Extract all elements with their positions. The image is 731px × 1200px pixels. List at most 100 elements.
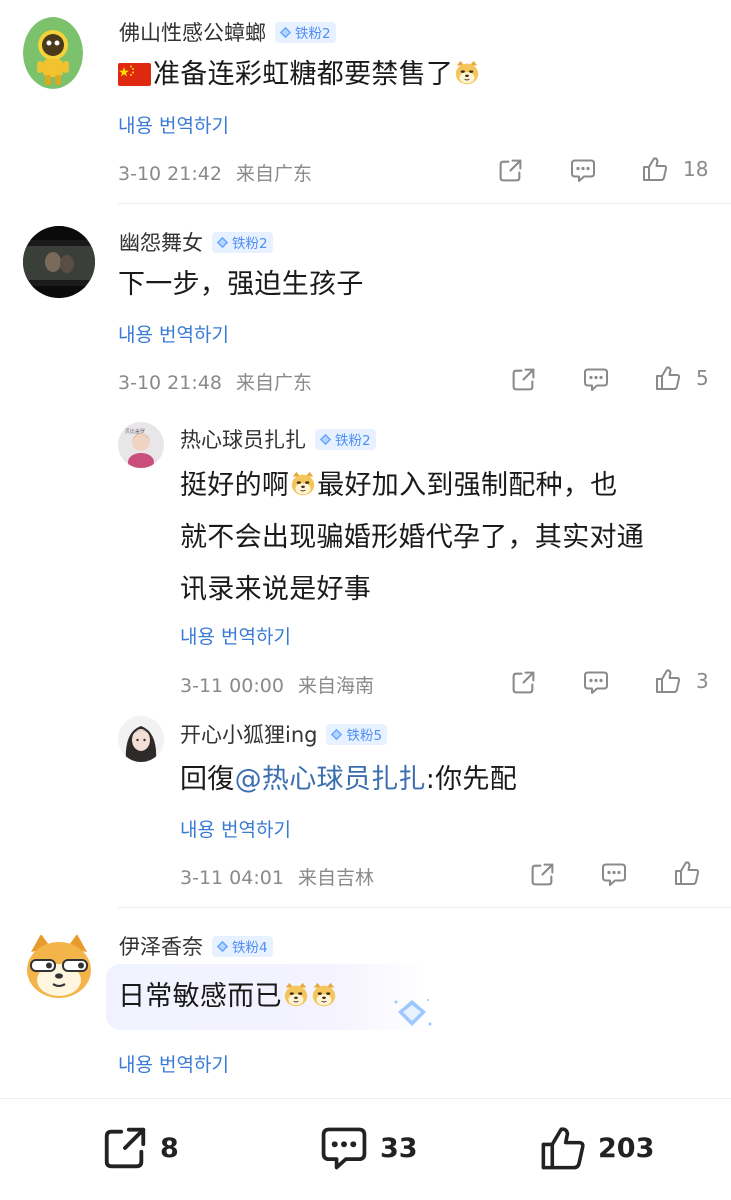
- fan-badge: 铁粉2: [315, 428, 376, 450]
- comment-text-line: 讯录来说是好事: [180, 574, 372, 605]
- share-button[interactable]: [497, 157, 524, 184]
- avatar[interactable]: [23, 17, 83, 89]
- translate-link[interactable]: 내용 번역하기: [118, 111, 229, 138]
- divider: [118, 907, 731, 908]
- share-icon: [104, 1127, 146, 1169]
- fan-badge: 铁粉2: [275, 21, 336, 43]
- like-button[interactable]: 203: [538, 1123, 654, 1173]
- fan-badge: 铁粉2: [212, 231, 273, 253]
- doge-emoji-icon: [282, 981, 310, 1009]
- comment-icon: [582, 366, 610, 393]
- share-button[interactable]: 8: [100, 1123, 179, 1173]
- comment-text-line: 就不会出现骗婚形婚代孕了，其实对通: [180, 522, 645, 553]
- avatar[interactable]: [23, 930, 95, 1002]
- comment-icon: [569, 157, 597, 184]
- thumbs-up-icon: [673, 859, 701, 887]
- username[interactable]: 热心球员扎扎: [180, 424, 306, 454]
- photo-avatar-icon: [23, 226, 95, 298]
- comment-count: 33: [380, 1132, 418, 1164]
- bottom-action-bar: 8 33 203: [0, 1098, 731, 1200]
- like-button[interactable]: [673, 859, 701, 887]
- username[interactable]: 开心小狐狸ing: [180, 719, 317, 749]
- fan-badge-label: 铁粉2: [295, 26, 331, 42]
- comment-button[interactable]: 33: [318, 1123, 418, 1173]
- astronaut-avatar-icon: [23, 17, 83, 89]
- china-flag-icon: [118, 63, 151, 86]
- like-count: 5: [696, 366, 709, 390]
- comment-meta: 3-11 04:01 来自吉林: [180, 863, 374, 890]
- like-count: 3: [696, 669, 709, 693]
- diamond-icon: [330, 728, 343, 741]
- comment-location: 来自广东: [235, 372, 312, 394]
- username[interactable]: 佛山性感公蟑螂: [119, 17, 266, 47]
- share-icon: [497, 157, 524, 184]
- like-button[interactable]: 18: [641, 155, 708, 183]
- mention-link[interactable]: @热心球员扎扎: [235, 764, 426, 795]
- thumbs-up-icon: [654, 364, 682, 392]
- diamond-icon: [216, 236, 229, 249]
- doge-emoji-icon: [289, 470, 317, 498]
- comment-icon: [582, 669, 610, 696]
- like-button[interactable]: 3: [654, 667, 709, 695]
- diamond-icon: [279, 26, 292, 39]
- share-button[interactable]: [510, 366, 537, 393]
- reply-button[interactable]: [582, 366, 610, 393]
- comment-text-content: 最好加入到强制配种，也: [317, 470, 618, 501]
- share-icon: [510, 669, 537, 696]
- avatar[interactable]: 贝比盖罗: [118, 422, 164, 468]
- translate-link[interactable]: 내용 번역하기: [118, 1050, 229, 1077]
- fan-badge-label: 铁粉5: [346, 728, 383, 744]
- comment-date: 3-10 21:48: [118, 372, 222, 394]
- comment-meta: 3-10 21:48 来自广东: [118, 368, 312, 395]
- diamond-icon: [216, 940, 229, 953]
- comment-meta: 3-10 21:42 来自广东: [118, 159, 312, 186]
- comment-location: 来自海南: [297, 675, 374, 697]
- comment-text: 回復@热心球员扎扎:你先配: [180, 756, 517, 803]
- fan-badge-label: 铁粉2: [335, 433, 371, 449]
- comment-text-content: :你先配: [425, 764, 518, 795]
- translate-link[interactable]: 내용 번역하기: [118, 320, 229, 347]
- comment-text: 挺好的啊 最好加入到强制配种，也 就不会出现骗婚形婚代孕了，其实对通 讯录来说是好…: [180, 460, 720, 616]
- fan-badge-label: 铁粉4: [232, 940, 268, 956]
- share-button[interactable]: [510, 669, 537, 696]
- doge-emoji-icon: [310, 981, 338, 1009]
- comment-meta: 3-11 00:00 来自海南: [180, 671, 374, 698]
- thumbs-up-icon: [541, 1127, 585, 1170]
- divider: [118, 203, 731, 204]
- comment-text-line: 挺好的啊 最好加入到强制配种，也: [180, 460, 720, 512]
- comment-date: 3-11 00:00: [180, 675, 284, 697]
- fan-badge-label: 铁粉2: [232, 236, 268, 252]
- fan-badge: 铁粉5: [326, 723, 388, 745]
- girl-avatar-icon: [118, 716, 164, 762]
- like-count: 18: [683, 157, 709, 181]
- reply-button[interactable]: [600, 861, 628, 888]
- translate-link[interactable]: 내용 번역하기: [180, 815, 291, 842]
- comment-date: 3-11 04:01: [180, 867, 284, 889]
- comment-date: 3-10 21:42: [118, 163, 222, 185]
- thumbs-up-icon: [654, 667, 682, 695]
- username[interactable]: 幽怨舞女: [119, 227, 203, 257]
- avatar-caption: 贝比盖罗: [125, 428, 145, 435]
- comment-location: 来自吉林: [297, 867, 374, 889]
- like-count: 203: [598, 1132, 655, 1164]
- translate-link[interactable]: 내용 번역하기: [180, 622, 291, 649]
- comment-text-content: 挺好的啊: [180, 470, 290, 501]
- share-button[interactable]: [529, 861, 556, 888]
- reply-button[interactable]: [582, 669, 610, 696]
- comment-text-content: 日常敏感而已: [118, 981, 282, 1012]
- diamond-icon: [319, 433, 332, 446]
- like-button[interactable]: 5: [654, 364, 709, 392]
- thumbs-up-icon: [641, 155, 669, 183]
- avatar[interactable]: [23, 226, 95, 298]
- reply-button[interactable]: [569, 157, 597, 184]
- comment-location: 来自广东: [235, 163, 312, 185]
- doge-avatar-icon: [27, 934, 91, 998]
- share-icon: [510, 366, 537, 393]
- comment-icon: [321, 1127, 367, 1170]
- comment-text: 下一步，强迫生孩子: [118, 269, 364, 300]
- avatar[interactable]: [118, 716, 164, 762]
- doge-emoji-icon: [453, 59, 481, 87]
- comment-icon: [600, 861, 628, 888]
- username[interactable]: 伊泽香奈: [119, 931, 203, 961]
- share-icon: [529, 861, 556, 888]
